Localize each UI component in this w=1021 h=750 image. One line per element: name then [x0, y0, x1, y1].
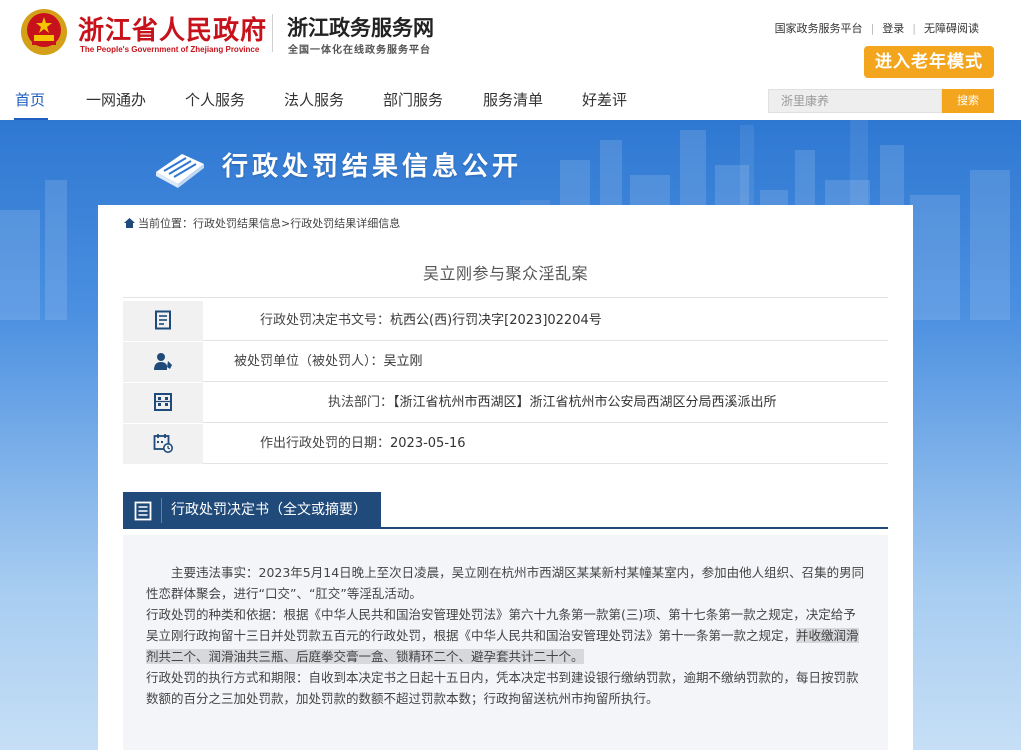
info-text-document-number: 行政处罚决定书文号：杭西公(西)行罚决字[2023]02204号: [260, 301, 602, 341]
breadcrumb-item-detail[interactable]: 行政处罚结果详细信息: [290, 217, 400, 230]
document-list-icon: [133, 501, 153, 521]
accessibility-link[interactable]: 无障碍阅读: [924, 22, 979, 35]
nav-item-home[interactable]: 首页: [15, 83, 45, 117]
info-label: 行政处罚决定书文号：: [260, 313, 390, 328]
info-text-decision-date: 作出行政处罚的日期：2023-05-16: [260, 424, 466, 464]
building-icon: [153, 392, 173, 412]
top-links: 国家政务服务平台 | 登录 | 无障碍阅读: [775, 20, 979, 36]
info-label: 被处罚单位（被处罚人）：: [234, 354, 384, 369]
info-row-decision-date: 作出行政处罚的日期：2023-05-16: [123, 424, 888, 464]
nav-item-corporate[interactable]: 法人服务: [284, 83, 344, 117]
info-label: 执法部门：: [328, 395, 393, 410]
breadcrumb-prefix: 当前位置：: [138, 217, 193, 230]
breadcrumb-item-results[interactable]: 行政处罚结果信息>: [193, 217, 290, 230]
decision-paragraph-facts: 主要违法事实：2023年5月14日晚上至次日凌晨，吴立刚在杭州市西湖区某某新村某…: [146, 562, 868, 604]
nav-item-personal[interactable]: 个人服务: [185, 83, 245, 117]
site-name[interactable]: 浙江政务服务网: [287, 12, 434, 42]
book-icon: [152, 142, 208, 190]
person-icon: [153, 351, 173, 371]
breadcrumb: 当前位置：行政处罚结果信息>行政处罚结果详细信息: [124, 215, 400, 231]
login-link[interactable]: 登录: [882, 22, 904, 35]
info-value: 杭西公(西)行罚决字[2023]02204号: [390, 313, 602, 328]
info-value: 【浙江省杭州市西湖区】浙江省杭州市公安局西湖区分局西溪派出所: [393, 395, 777, 410]
decision-paragraph-execution: 行政处罚的执行方式和期限：自收到本决定书之日起十五日内，凭本决定书到建设银行缴纳…: [146, 667, 868, 709]
top-link-separator: |: [912, 22, 916, 35]
search-input[interactable]: 浙里康养: [768, 89, 942, 113]
decision-section-tab[interactable]: 行政处罚决定书（全文或摘要）: [123, 492, 381, 529]
title-divider: [123, 297, 888, 298]
nav-item-rating[interactable]: 好差评: [582, 83, 627, 117]
info-value: 2023-05-16: [390, 436, 466, 451]
decision-paragraph-basis: 行政处罚的种类和依据：根据《中华人民共和国治安管理处罚法》第六十九条第一款第(三…: [146, 604, 868, 667]
case-title: 吴立刚参与聚众淫乱案: [98, 260, 913, 284]
info-row-enforcement-dept: 执法部门：【浙江省杭州市西湖区】浙江省杭州市公安局西湖区分局西溪派出所: [123, 383, 888, 423]
nav-item-service-list[interactable]: 服务清单: [483, 83, 543, 117]
decision-section-header: 行政处罚决定书（全文或摘要）: [123, 492, 888, 529]
content-card: 当前位置：行政处罚结果信息>行政处罚结果详细信息 吴立刚参与聚众淫乱案 行政处罚…: [98, 205, 913, 750]
elder-mode-button[interactable]: 进入老年模式: [864, 46, 994, 78]
nav-item-one-stop[interactable]: 一网通办: [86, 83, 146, 117]
government-logo-text[interactable]: 浙江省人民政府: [78, 10, 267, 47]
government-logo-english: The People's Government of Zhejiang Prov…: [80, 45, 259, 54]
info-value: 吴立刚: [384, 354, 423, 369]
calendar-icon: [153, 433, 173, 453]
search-button[interactable]: 搜索: [942, 89, 994, 113]
nav-item-department[interactable]: 部门服务: [383, 83, 443, 117]
decision-basis-text: 行政处罚的种类和依据：根据《中华人民共和国治安管理处罚法》第六十九条第一款第(三…: [146, 607, 856, 643]
decision-section-title: 行政处罚决定书（全文或摘要）: [171, 492, 367, 529]
info-row-punished-party: 被处罚单位（被处罚人）：吴立刚: [123, 342, 888, 382]
site-slogan: 全国一体化在线政务服务平台: [288, 41, 431, 56]
site-header: 浙江省人民政府 The People's Government of Zheji…: [0, 0, 1021, 80]
info-text-enforcement-dept: 执法部门：【浙江省杭州市西湖区】浙江省杭州市公安局西湖区分局西溪派出所: [328, 383, 777, 423]
document-icon: [153, 310, 173, 330]
national-platform-link[interactable]: 国家政务服务平台: [775, 22, 863, 35]
tab-divider: [161, 498, 162, 523]
info-label: 作出行政处罚的日期：: [260, 436, 390, 451]
info-text-punished-party: 被处罚单位（被处罚人）：吴立刚: [234, 342, 423, 382]
banner-title: 行政处罚结果信息公开: [222, 146, 522, 183]
home-icon: [124, 218, 135, 228]
national-emblem-icon: [20, 8, 68, 56]
top-link-separator: |: [871, 22, 875, 35]
decision-text-box: 主要违法事实：2023年5月14日晚上至次日凌晨，吴立刚在杭州市西湖区某某新村某…: [123, 535, 888, 750]
logo-divider: [272, 14, 273, 52]
info-row-document-number: 行政处罚决定书文号：杭西公(西)行罚决字[2023]02204号: [123, 301, 888, 341]
